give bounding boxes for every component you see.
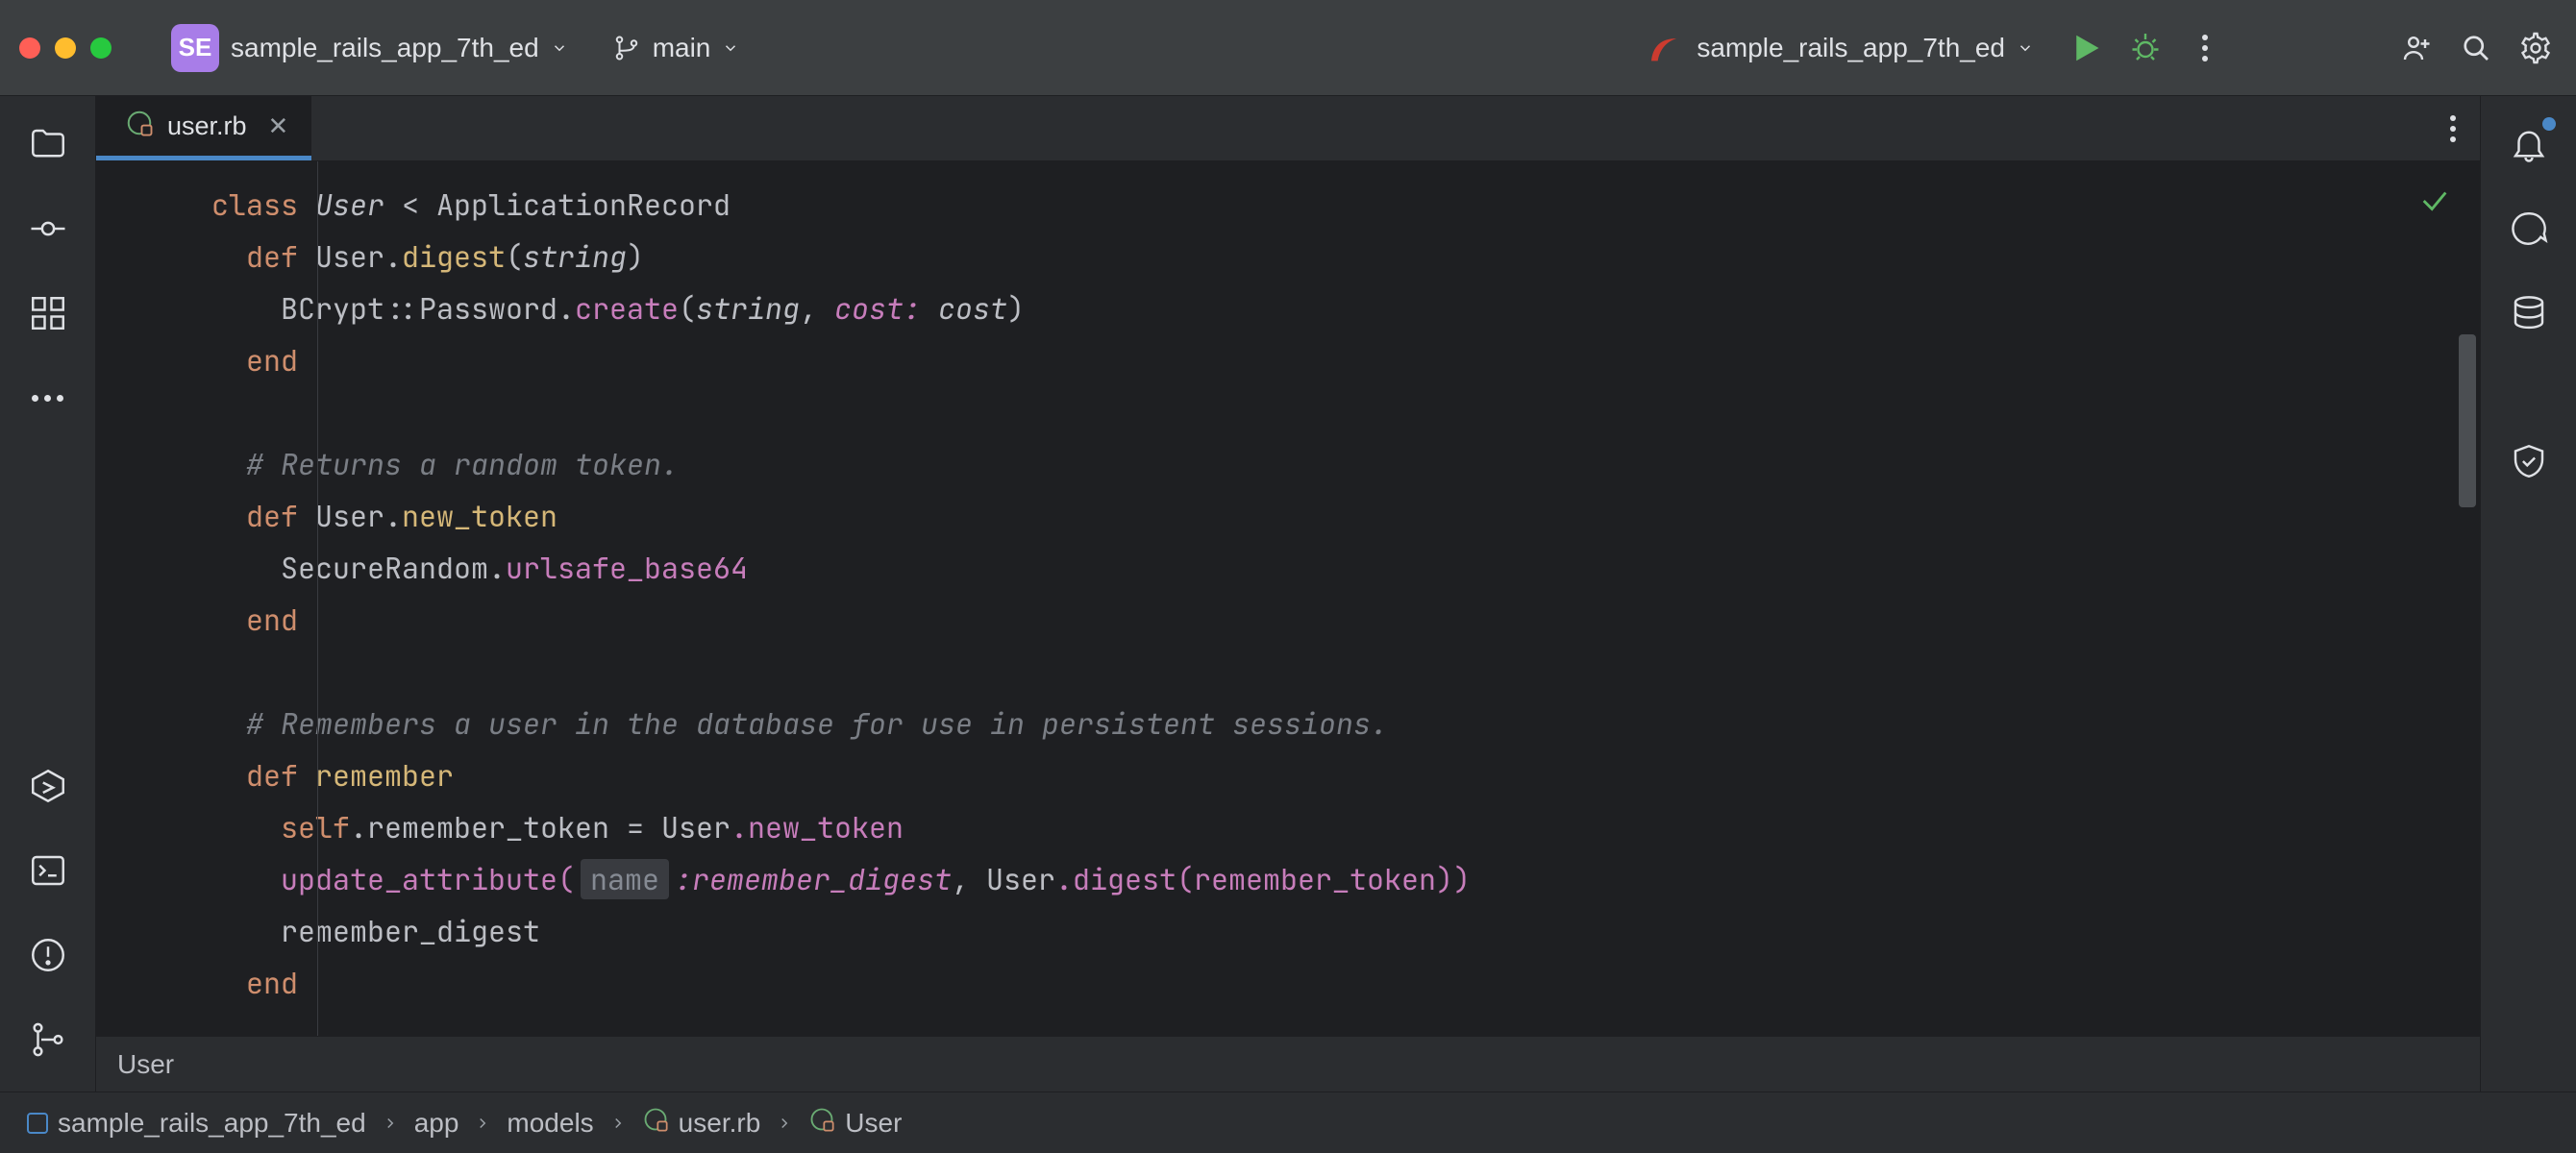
database-tool-button[interactable] xyxy=(2504,288,2554,338)
ai-assistant-tool-button[interactable] xyxy=(2504,204,2554,254)
debug-button[interactable] xyxy=(2124,27,2167,69)
vcs-tool-button[interactable] xyxy=(23,1015,73,1065)
breadcrumb-label: models xyxy=(507,1108,593,1139)
terminal-tool-button[interactable] xyxy=(23,846,73,895)
security-tool-button[interactable] xyxy=(2504,436,2554,486)
code-editor[interactable]: class User < ApplicationRecord def User.… xyxy=(96,161,2480,1036)
chevron-down-icon xyxy=(551,39,568,57)
breadcrumb-file[interactable]: user.rb xyxy=(642,1106,761,1140)
inspection-ok-icon[interactable] xyxy=(2418,181,2451,233)
inline-hint: name xyxy=(581,859,669,899)
structure-tool-button[interactable] xyxy=(23,288,73,338)
project-selector[interactable]: SE sample_rails_app_7th_ed xyxy=(158,16,582,80)
project-badge: SE xyxy=(171,24,219,72)
breadcrumb-root[interactable]: sample_rails_app_7th_ed xyxy=(27,1108,366,1139)
project-name: sample_rails_app_7th_ed xyxy=(231,33,539,63)
search-everywhere-button[interactable] xyxy=(2455,27,2497,69)
editor-tabs: user.rb ✕ xyxy=(96,96,2480,161)
breadcrumb-label: user.rb xyxy=(679,1108,761,1139)
settings-button[interactable] xyxy=(2514,27,2557,69)
branch-selector[interactable]: main xyxy=(599,25,754,71)
minimize-window-button[interactable] xyxy=(55,37,76,59)
ruby-file-icon xyxy=(642,1106,669,1140)
branch-name: main xyxy=(653,33,711,63)
editor-area: user.rb ✕ class User < ApplicationRecord… xyxy=(96,96,2480,1092)
chevron-right-icon xyxy=(382,1108,399,1139)
navigation-breadcrumb: sample_rails_app_7th_ed app models user.… xyxy=(0,1092,2576,1153)
project-tool-button[interactable] xyxy=(23,119,73,169)
chevron-right-icon xyxy=(609,1108,627,1139)
breadcrumb-models[interactable]: models xyxy=(507,1108,593,1139)
git-branch-icon xyxy=(612,34,641,62)
indent-guide xyxy=(317,161,318,1036)
run-button[interactable] xyxy=(2065,27,2107,69)
more-tools-button[interactable] xyxy=(23,373,73,423)
left-tool-rail xyxy=(0,96,96,1092)
chevron-down-icon xyxy=(722,39,739,57)
notifications-tool-button[interactable] xyxy=(2504,119,2554,169)
chevron-right-icon xyxy=(474,1108,491,1139)
more-vertical-icon xyxy=(2450,115,2456,142)
module-icon xyxy=(27,1113,48,1134)
breadcrumb-app[interactable]: app xyxy=(414,1108,459,1139)
tab-user-rb[interactable]: user.rb ✕ xyxy=(96,96,311,160)
window-controls xyxy=(19,37,111,59)
close-window-button[interactable] xyxy=(19,37,40,59)
sticky-context-bar[interactable]: User xyxy=(96,1036,2480,1092)
problems-tool-button[interactable] xyxy=(23,930,73,980)
commit-tool-button[interactable] xyxy=(23,204,73,254)
breadcrumb-class[interactable]: User xyxy=(808,1106,902,1140)
chevron-right-icon xyxy=(776,1108,793,1139)
services-tool-button[interactable] xyxy=(23,761,73,811)
more-actions-button[interactable] xyxy=(2184,27,2226,69)
tab-close-button[interactable]: ✕ xyxy=(268,111,289,141)
run-config-selector[interactable]: sample_rails_app_7th_ed xyxy=(1633,21,2047,75)
more-vertical-icon xyxy=(2202,35,2208,61)
code-with-me-button[interactable] xyxy=(2395,27,2438,69)
vertical-scrollbar[interactable] xyxy=(2459,334,2476,507)
breadcrumb-label: app xyxy=(414,1108,459,1139)
breadcrumb-label: User xyxy=(845,1108,902,1139)
context-label: User xyxy=(117,1049,174,1080)
chevron-down-icon xyxy=(2017,39,2034,57)
breadcrumb-label: sample_rails_app_7th_ed xyxy=(58,1108,366,1139)
fullscreen-window-button[interactable] xyxy=(90,37,111,59)
rails-icon xyxy=(1647,29,1685,67)
right-tool-rail xyxy=(2480,96,2576,1092)
editor-tabs-more-button[interactable] xyxy=(2426,96,2480,160)
class-icon xyxy=(808,1106,835,1140)
more-horizontal-icon xyxy=(32,395,63,402)
titlebar: SE sample_rails_app_7th_ed main sample_r… xyxy=(0,0,2576,96)
ruby-file-icon xyxy=(125,109,154,144)
run-config-name: sample_rails_app_7th_ed xyxy=(1697,33,2005,63)
tab-label: user.rb xyxy=(167,111,247,141)
